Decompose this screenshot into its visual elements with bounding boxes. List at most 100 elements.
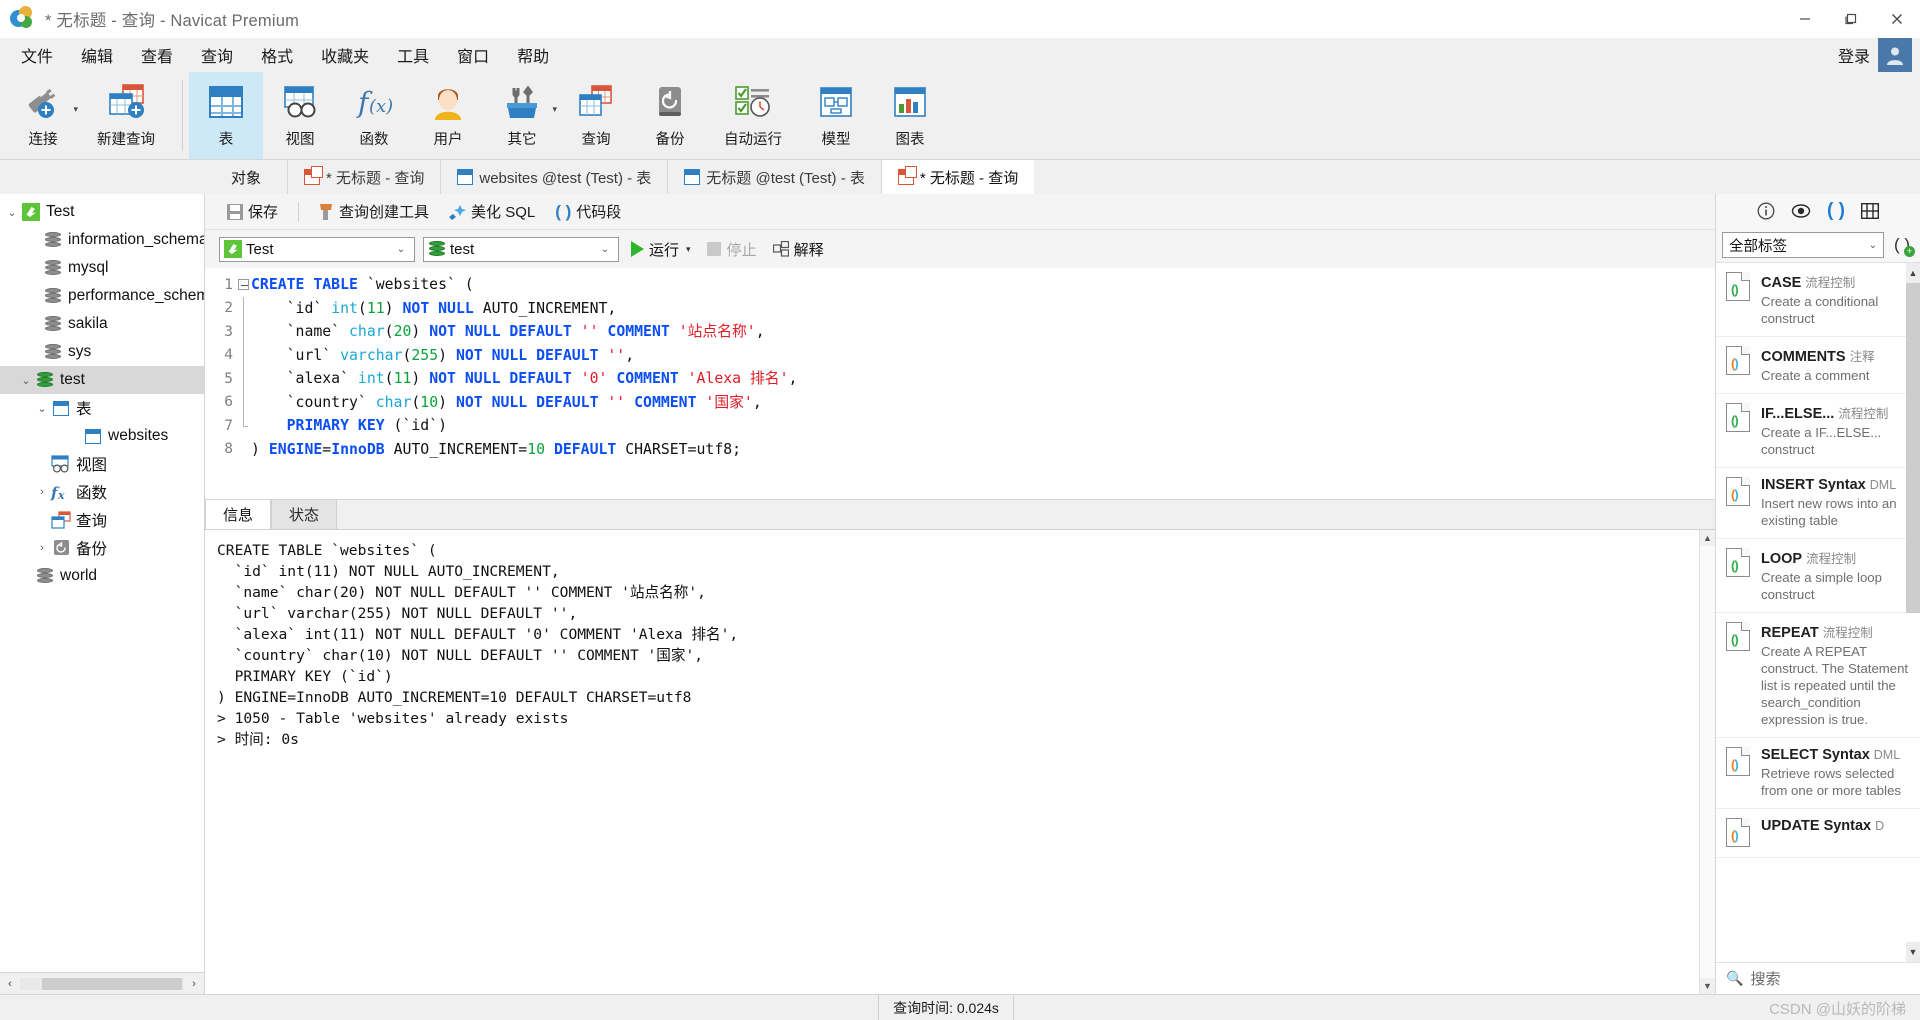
results-vertical-scrollbar[interactable]: ▲ ▼ [1699, 530, 1716, 994]
menu-file[interactable]: 文件 [7, 40, 67, 70]
snippet-item[interactable]: () LOOP 流程控制 Create a simple loop construct [1716, 539, 1920, 613]
ribbon-connection[interactable]: 连接 ▾ [6, 72, 80, 159]
ribbon-model[interactable]: 模型 [799, 72, 873, 159]
tree-node-views[interactable]: 视图 [0, 450, 204, 478]
ribbon-new-query[interactable]: 新建查询 [80, 72, 172, 159]
scroll-thumb[interactable] [42, 977, 182, 990]
tree-node-sakila[interactable]: sakila [0, 310, 204, 338]
minimize-button[interactable] [1782, 0, 1828, 38]
run-button[interactable]: 运行 ▾ [627, 237, 695, 262]
menu-edit[interactable]: 编辑 [67, 40, 127, 70]
login-link[interactable]: 登录 [1838, 43, 1870, 67]
menu-format[interactable]: 格式 [247, 40, 307, 70]
tree-node-mysql[interactable]: mysql [0, 254, 204, 282]
editor-vertical-scrollbar[interactable] [1701, 268, 1715, 499]
chevron-down-icon[interactable]: ⌄ [34, 402, 50, 415]
chevron-down-icon[interactable]: ▾ [686, 244, 691, 255]
tree-node-test-db[interactable]: ⌄ test [0, 366, 204, 394]
ribbon-user[interactable]: 用户 [411, 72, 485, 159]
chevron-down-icon[interactable]: ⌄ [596, 244, 614, 255]
scroll-up-arrow-icon[interactable]: ▲ [1699, 530, 1716, 546]
tree-node-information-schema[interactable]: information_schema [0, 226, 204, 254]
snippet-item[interactable]: () INSERT Syntax DML Insert new rows into a… [1716, 468, 1920, 539]
chevron-right-icon[interactable]: › [34, 542, 50, 554]
chevron-down-icon[interactable]: ▾ [552, 104, 557, 115]
scroll-track[interactable] [1699, 546, 1716, 978]
save-button[interactable]: 保存 [219, 198, 286, 225]
scroll-down-arrow-icon[interactable]: ▼ [1906, 942, 1920, 962]
fold-toggle[interactable] [235, 273, 251, 297]
ribbon-automation[interactable]: 自动运行 [707, 72, 799, 159]
tab-info[interactable]: 信息 [205, 499, 272, 529]
avatar[interactable] [1878, 38, 1912, 72]
maximize-button[interactable] [1828, 0, 1874, 38]
snippet-item[interactable]: () CASE 流程控制 Create a conditional construct [1716, 263, 1920, 337]
tree-node-test-connection[interactable]: ⌄ Test [0, 198, 204, 226]
beautify-sql-button[interactable]: 美化 SQL [441, 198, 543, 225]
add-snippet-button[interactable]: ( ) + [1890, 233, 1915, 257]
code-fold-column[interactable] [235, 268, 251, 499]
query-builder-button[interactable]: 查询创建工具 [311, 198, 437, 225]
snippet-search-box[interactable]: 🔍 搜索 [1716, 962, 1920, 994]
scroll-track[interactable] [20, 977, 184, 990]
tab-untitled-query-1[interactable]: * 无标题 - 查询 [287, 160, 441, 194]
snippet-item[interactable]: () SELECT Syntax DML Retrieve rows selected… [1716, 738, 1920, 809]
grid-icon[interactable] [1860, 203, 1879, 219]
tag-filter-select[interactable]: 全部标签 ⌄ [1722, 232, 1884, 258]
tree-node-backups[interactable]: › 备份 [0, 534, 204, 562]
ribbon-backup[interactable]: 备份 [633, 72, 707, 159]
menu-help[interactable]: 帮助 [503, 40, 563, 70]
chevron-down-icon[interactable]: ⌄ [18, 374, 34, 387]
snippet-item[interactable]: () UPDATE Syntax D [1716, 809, 1920, 858]
chevron-down-icon[interactable]: ▾ [73, 104, 78, 115]
sql-code-text[interactable]: CREATE TABLE `websites` ( `id` int(11) N… [251, 268, 1715, 499]
menu-query[interactable]: 查询 [187, 40, 247, 70]
tree-node-websites[interactable]: websites [0, 422, 204, 450]
ribbon-query[interactable]: 查询 [559, 72, 633, 159]
scroll-up-arrow-icon[interactable]: ▲ [1906, 263, 1920, 283]
menu-window[interactable]: 窗口 [443, 40, 503, 70]
ribbon-view[interactable]: 视图 [263, 72, 337, 159]
ribbon-chart[interactable]: 图表 [873, 72, 947, 159]
chevron-down-icon[interactable]: ⌄ [1869, 240, 1877, 251]
scroll-right-arrow-icon[interactable]: › [184, 978, 204, 990]
connection-select[interactable]: Test ⌄ [219, 236, 415, 262]
snippet-item[interactable]: () IF...ELSE... 流程控制 Create a IF...ELSE... … [1716, 394, 1920, 468]
tree-node-world[interactable]: world [0, 562, 204, 590]
menu-favorites[interactable]: 收藏夹 [307, 40, 383, 70]
tree-node-tables[interactable]: ⌄ 表 [0, 394, 204, 422]
database-select[interactable]: test ⌄ [423, 236, 619, 262]
collapse-icon[interactable] [237, 279, 249, 291]
snippet-scroll-thumb[interactable] [1906, 283, 1920, 613]
tab-status[interactable]: 状态 [271, 499, 338, 529]
chevron-down-icon[interactable]: ⌄ [4, 206, 20, 219]
menu-view[interactable]: 查看 [127, 40, 187, 70]
code-snippet-button[interactable]: ( ) 代码段 [547, 198, 629, 225]
snippet-item[interactable]: () REPEAT 流程控制 Create A REPEAT construct. T… [1716, 613, 1920, 738]
chevron-right-icon[interactable]: › [34, 486, 50, 498]
parentheses-icon[interactable]: ( ) [1827, 200, 1845, 222]
info-icon[interactable] [1757, 202, 1775, 220]
eye-icon[interactable] [1791, 203, 1811, 219]
tree-node-sys[interactable]: sys [0, 338, 204, 366]
chevron-down-icon[interactable]: ⌄ [392, 244, 410, 255]
ribbon-table[interactable]: 表 [189, 72, 263, 159]
explain-button[interactable]: 解释 [769, 237, 828, 262]
sidebar-horizontal-scrollbar[interactable]: ‹ › [0, 972, 204, 994]
tab-untitled-table[interactable]: 无标题 @test (Test) - 表 [667, 160, 881, 194]
snippet-item[interactable]: () COMMENTS 注释 Create a comment [1716, 337, 1920, 394]
scroll-down-arrow-icon[interactable]: ▼ [1699, 978, 1716, 994]
tree-node-queries[interactable]: 查询 [0, 506, 204, 534]
tree-node-functions[interactable]: › f x 函数 [0, 478, 204, 506]
snippet-list[interactable]: () CASE 流程控制 Create a conditional construct… [1716, 262, 1920, 962]
tab-untitled-query-2[interactable]: * 无标题 - 查询 [880, 160, 1035, 194]
objects-tab[interactable]: 对象 [205, 160, 287, 194]
menu-tools[interactable]: 工具 [383, 40, 443, 70]
sql-editor[interactable]: 1 2 3 4 5 6 7 8 CREATE TABLE `websites` ( `id` … [205, 268, 1715, 500]
tree-node-performance-schema[interactable]: performance_schema [0, 282, 204, 310]
scroll-left-arrow-icon[interactable]: ‹ [0, 978, 20, 990]
ribbon-function[interactable]: f (x) 函数 [337, 72, 411, 159]
ribbon-other[interactable]: 其它 ▾ [485, 72, 559, 159]
tab-websites-table[interactable]: websites @test (Test) - 表 [440, 160, 668, 194]
close-button[interactable] [1874, 0, 1920, 38]
